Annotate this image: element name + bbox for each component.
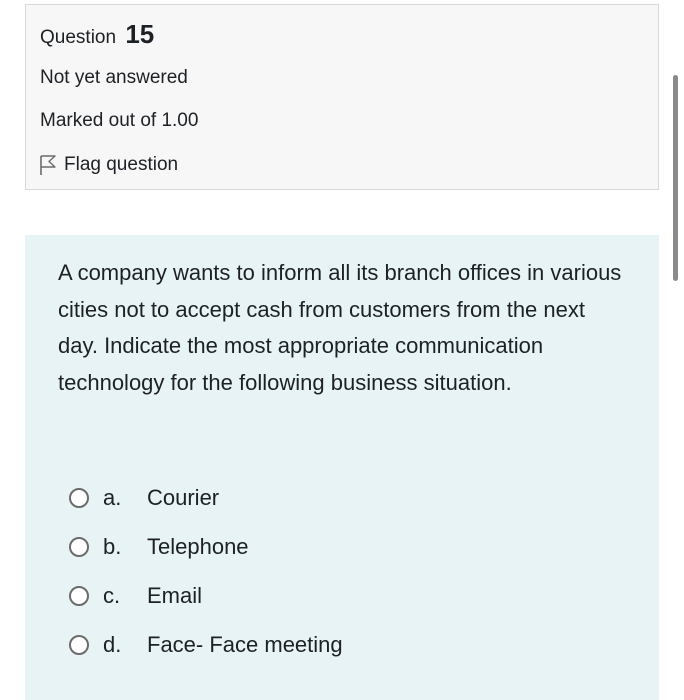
question-info-box: Question 15 Not yet answered Marked out … bbox=[25, 4, 659, 190]
answer-label[interactable]: Telephone bbox=[147, 534, 249, 560]
answer-label[interactable]: Courier bbox=[147, 485, 219, 511]
answer-letter: c. bbox=[103, 582, 121, 608]
radio-unchecked-icon[interactable] bbox=[69, 536, 89, 557]
question-number: 15 bbox=[125, 19, 155, 49]
answer-label[interactable]: Face- Face meeting bbox=[147, 632, 343, 658]
answer-option-a[interactable]: a. Courier bbox=[69, 473, 629, 522]
question-label: Question bbox=[40, 27, 117, 48]
answer-letter: b. bbox=[103, 533, 122, 559]
answer-option-c[interactable]: c. Email bbox=[69, 571, 629, 620]
radio-unchecked-icon[interactable] bbox=[69, 487, 89, 508]
flag-question-button[interactable]: Flag question bbox=[38, 153, 178, 177]
question-title: Question 15 bbox=[40, 19, 154, 50]
scrollbar-thumb[interactable] bbox=[673, 75, 678, 281]
answer-letter: a. bbox=[103, 484, 122, 510]
answer-option-b[interactable]: b. Telephone bbox=[69, 522, 629, 571]
question-content: A company wants to inform all its branch… bbox=[25, 235, 659, 700]
answer-letter: d. bbox=[103, 631, 122, 657]
radio-unchecked-icon[interactable] bbox=[69, 634, 89, 655]
radio-unchecked-icon[interactable] bbox=[69, 585, 89, 606]
flag-icon bbox=[38, 153, 58, 177]
answer-option-d[interactable]: d. Face- Face meeting bbox=[69, 620, 629, 669]
question-state: Not yet answered bbox=[40, 67, 188, 88]
quiz-page: Question 15 Not yet answered Marked out … bbox=[0, 0, 684, 700]
flag-question-label: Flag question bbox=[64, 154, 179, 175]
answer-options: a. Courier b. Telephone c. Email d. Face… bbox=[69, 473, 629, 669]
answer-label[interactable]: Email bbox=[147, 583, 202, 609]
question-grade: Marked out of 1.00 bbox=[40, 110, 199, 131]
question-text: A company wants to inform all its branch… bbox=[58, 260, 622, 395]
